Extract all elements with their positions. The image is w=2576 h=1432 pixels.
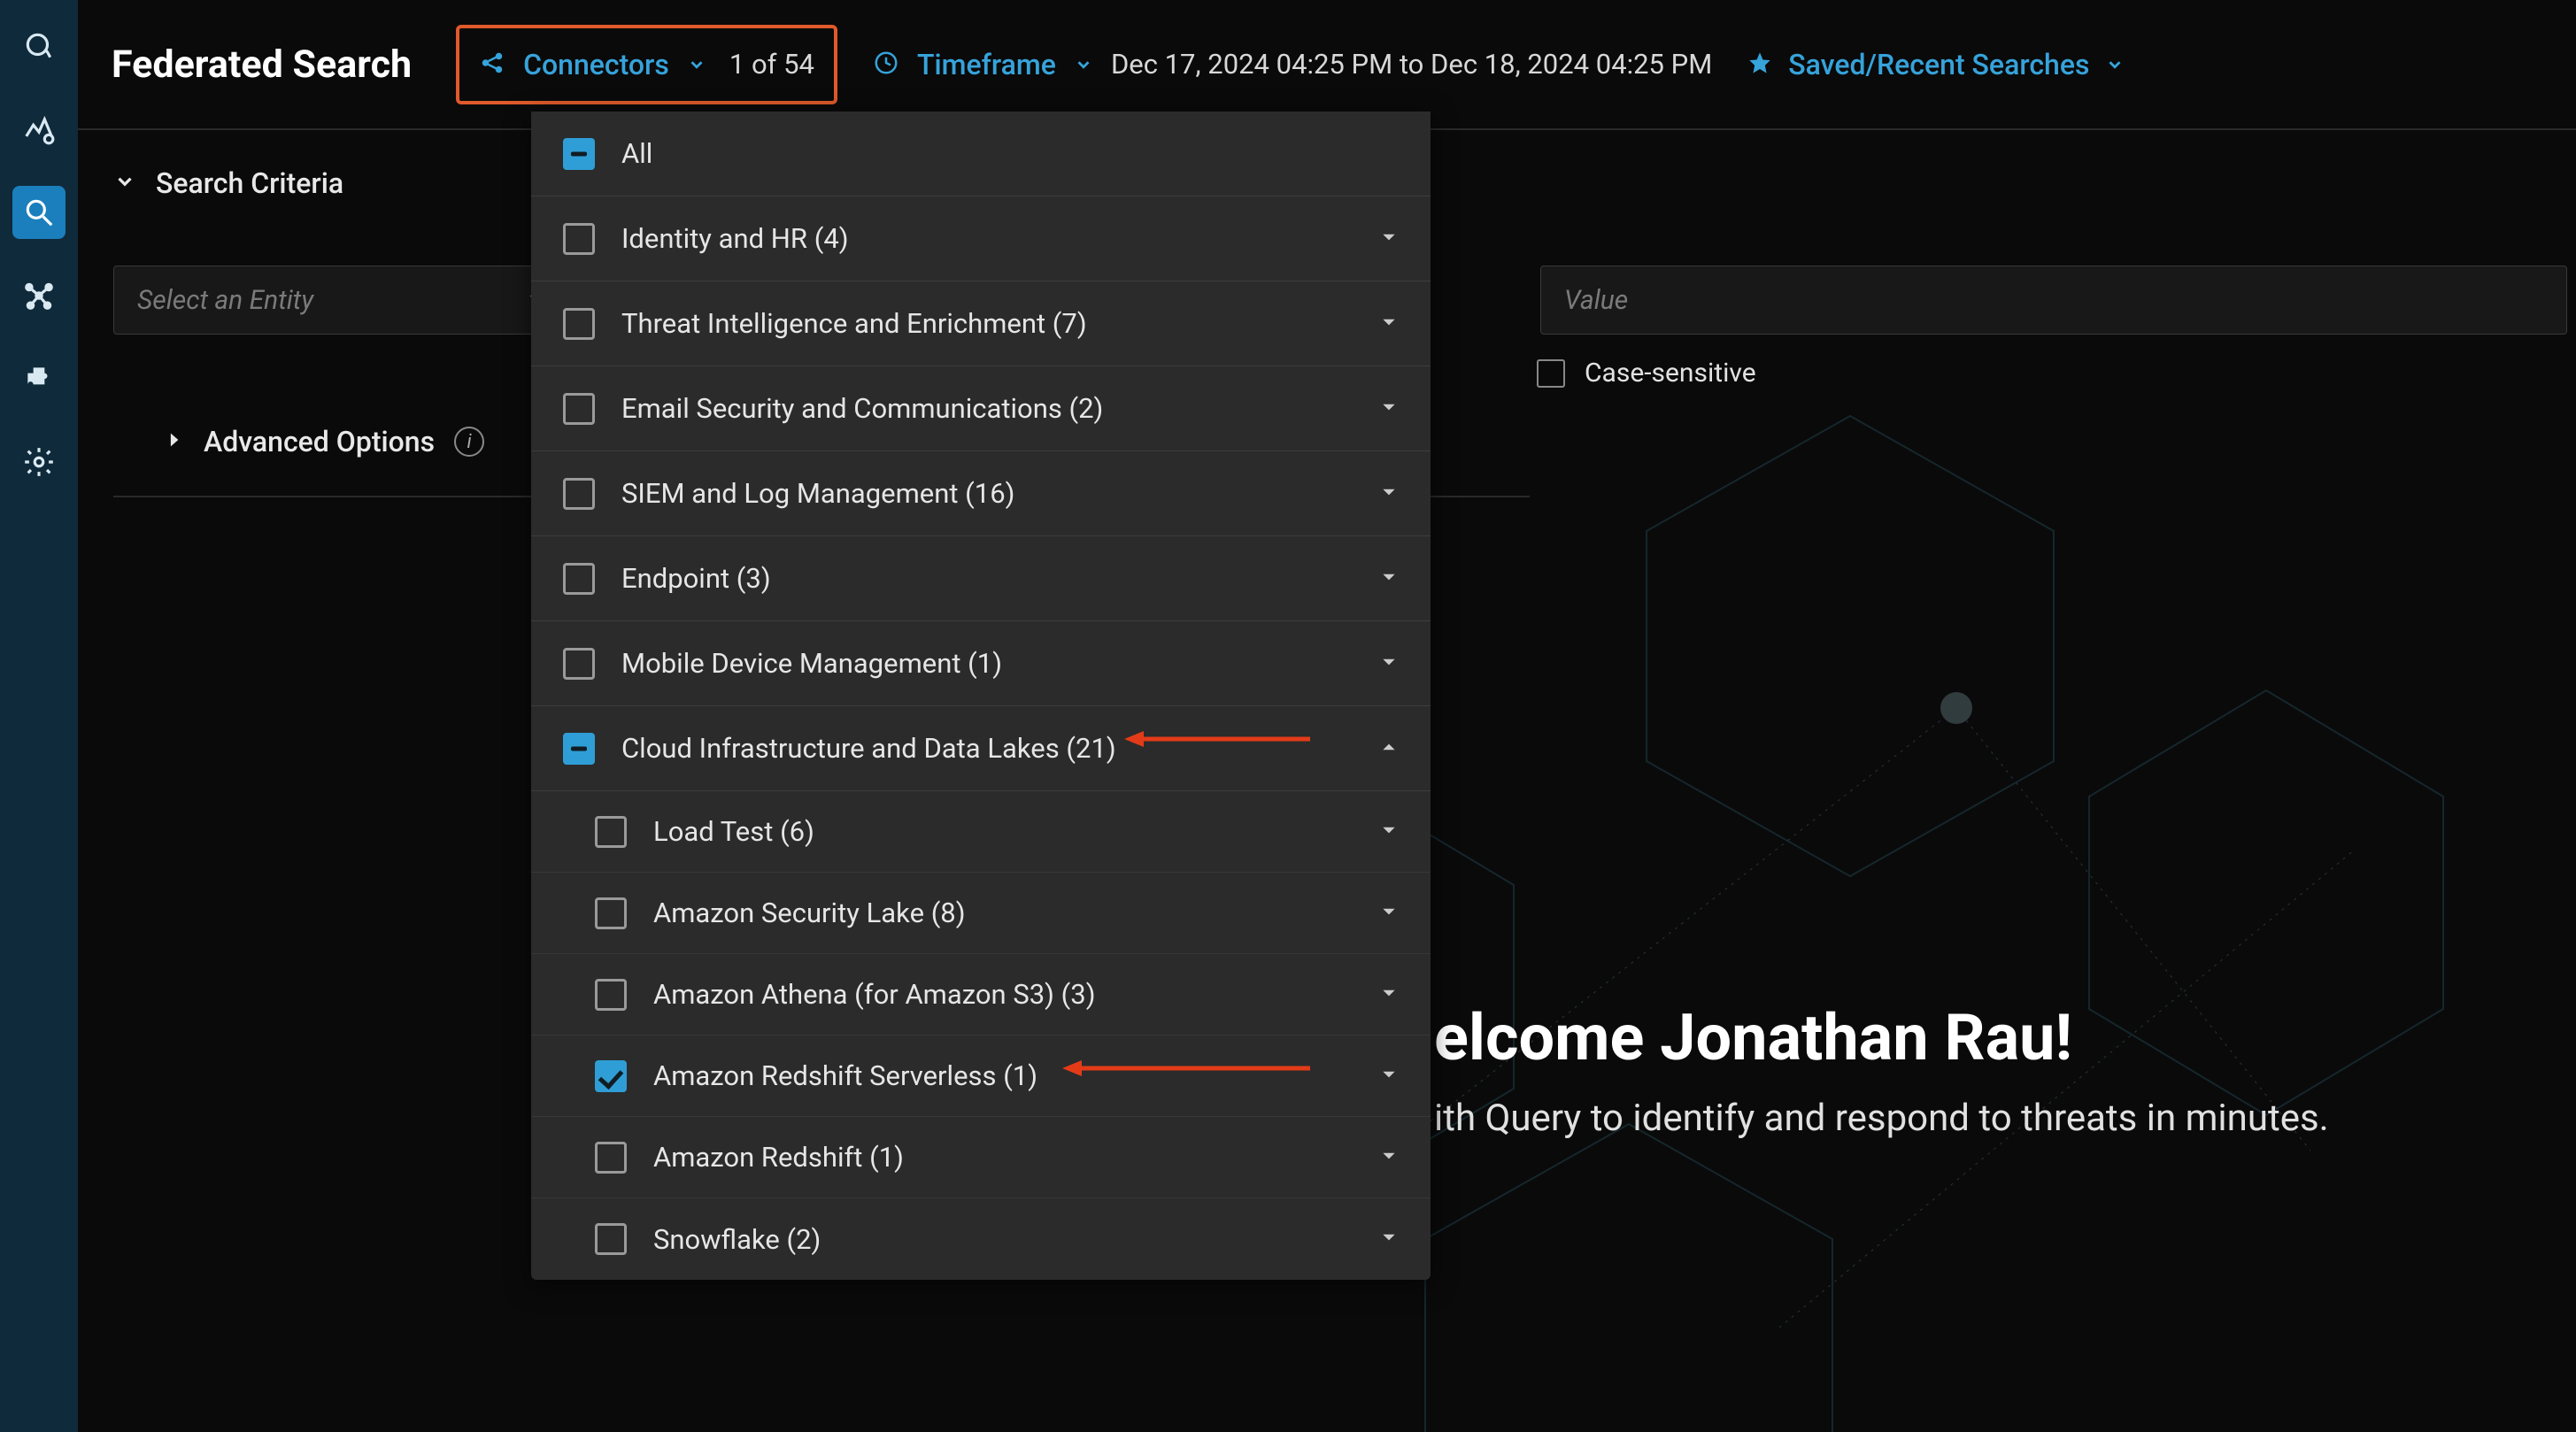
page-title: Federated Search [112, 42, 412, 87]
annotation-arrow-icon [1062, 1055, 1319, 1085]
connector-child-item[interactable]: Amazon Athena (for Amazon S3) (3) [531, 954, 1431, 1036]
checkbox-icon [563, 478, 595, 510]
connectors-dropdown-panel: All Identity and HR (4) Threat Intellige… [531, 112, 1431, 1280]
caret-up-icon [1379, 737, 1399, 760]
connectors-count: 1 of 54 [729, 48, 814, 81]
info-icon: i [454, 427, 484, 457]
connector-child-item[interactable]: Snowflake (2) [531, 1198, 1431, 1280]
share-icon [479, 50, 505, 80]
left-nav-rail [0, 0, 78, 1432]
checkbox-icon [1537, 359, 1565, 388]
nav-analytics-icon[interactable] [12, 103, 66, 156]
connector-item-label: SIEM and Log Management (16) [621, 477, 1379, 510]
connector-item-label: Load Test (6) [653, 815, 1379, 848]
nav-puzzle-icon[interactable] [12, 352, 66, 405]
clock-icon [873, 50, 899, 80]
chevron-down-icon [1074, 55, 1093, 74]
connector-all-item[interactable]: All [531, 112, 1431, 196]
connector-item-label: Endpoint (3) [621, 562, 1379, 595]
caret-right-icon [165, 430, 184, 453]
caret-down-icon [1379, 983, 1399, 1006]
connectors-label: Connectors [523, 48, 669, 81]
nav-search-icon[interactable] [12, 186, 66, 239]
connector-item-label: Amazon Redshift (1) [653, 1141, 1379, 1174]
checkbox-icon [595, 816, 627, 848]
entity-select[interactable]: Select an Entity [113, 266, 574, 335]
checkbox-icon [595, 1223, 627, 1255]
connector-item-label: Amazon Athena (for Amazon S3) (3) [653, 978, 1379, 1011]
timeframe-range: Dec 17, 2024 04:25 PM to Dec 18, 2024 04… [1111, 48, 1712, 81]
connector-item-label: Mobile Device Management (1) [621, 647, 1379, 680]
nav-graph-icon[interactable] [12, 269, 66, 322]
welcome-message: elcome Jonathan Rau! ith Query to identi… [1434, 1000, 2329, 1140]
search-criteria-label: Search Criteria [156, 166, 343, 200]
advanced-options-label: Advanced Options [204, 425, 435, 458]
checkbox-indeterminate-icon [563, 138, 595, 170]
checkbox-icon [563, 393, 595, 425]
checkbox-icon [563, 563, 595, 595]
annotation-arrow-icon [1124, 726, 1319, 756]
saved-searches-trigger[interactable]: Saved/Recent Searches [1747, 48, 2125, 81]
caret-down-icon [1379, 902, 1399, 925]
connector-child-item[interactable]: Load Test (6) [531, 791, 1431, 873]
case-sensitive-checkbox[interactable]: Case-sensitive [1537, 358, 1756, 389]
connector-group-item[interactable]: Identity and HR (4) [531, 196, 1431, 281]
checkbox-icon [595, 1142, 627, 1174]
checkbox-icon [595, 979, 627, 1011]
caret-down-icon [1379, 227, 1399, 250]
value-input[interactable]: Value [1540, 266, 2567, 335]
caret-down-icon [1379, 567, 1399, 590]
chevron-down-icon [2105, 55, 2125, 74]
connectors-dropdown-trigger[interactable]: Connectors 1 of 54 [456, 25, 837, 104]
checkbox-icon [563, 308, 595, 340]
case-sensitive-label: Case-sensitive [1585, 358, 1756, 389]
checkbox-icon [595, 897, 627, 929]
caret-down-icon [1379, 652, 1399, 675]
connector-item-label: Threat Intelligence and Enrichment (7) [621, 307, 1379, 340]
connector-item-label: Amazon Security Lake (8) [653, 897, 1379, 929]
connector-group-item[interactable]: Mobile Device Management (1) [531, 621, 1431, 706]
chevron-down-icon [113, 170, 136, 196]
checkbox-indeterminate-icon [563, 733, 595, 765]
star-icon [1747, 50, 1772, 79]
connector-item-label: Snowflake (2) [653, 1223, 1379, 1256]
welcome-subtitle: ith Query to identify and respond to thr… [1434, 1097, 2329, 1140]
caret-down-icon [1379, 1065, 1399, 1088]
connector-group-item[interactable]: Endpoint (3) [531, 536, 1431, 621]
timeframe-label: Timeframe [917, 48, 1056, 81]
search-criteria-toggle[interactable]: Search Criteria [113, 166, 343, 200]
checkbox-icon [563, 223, 595, 255]
connector-group-item[interactable]: Threat Intelligence and Enrichment (7) [531, 281, 1431, 366]
checkbox-checked-icon [595, 1060, 627, 1092]
checkbox-icon [563, 648, 595, 680]
nav-logo-icon[interactable] [12, 19, 66, 73]
chevron-down-icon [687, 55, 706, 74]
nav-settings-icon[interactable] [12, 435, 66, 489]
timeframe-dropdown-trigger[interactable]: Timeframe Dec 17, 2024 04:25 PM to Dec 1… [873, 48, 1712, 81]
saved-searches-label: Saved/Recent Searches [1788, 48, 2089, 81]
connector-child-item[interactable]: Amazon Redshift (1) [531, 1117, 1431, 1198]
connector-group-item[interactable]: SIEM and Log Management (16) [531, 451, 1431, 536]
connector-item-label: All [621, 137, 1399, 170]
connector-group-item[interactable]: Email Security and Communications (2) [531, 366, 1431, 451]
value-placeholder: Value [1564, 285, 1628, 316]
top-header: Federated Search Connectors 1 of 54 Time… [78, 0, 2576, 128]
connector-item-label: Email Security and Communications (2) [621, 392, 1379, 425]
caret-down-icon [1379, 820, 1399, 843]
advanced-options-toggle[interactable]: Advanced Options i [165, 425, 484, 458]
connector-item-label: Identity and HR (4) [621, 222, 1379, 255]
entity-placeholder: Select an Entity [137, 285, 313, 316]
connector-child-item[interactable]: Amazon Security Lake (8) [531, 873, 1431, 954]
caret-down-icon [1379, 482, 1399, 505]
caret-down-icon [1379, 397, 1399, 420]
caret-down-icon [1379, 1146, 1399, 1169]
caret-down-icon [1379, 1228, 1399, 1251]
caret-down-icon [1379, 312, 1399, 335]
welcome-title: elcome Jonathan Rau! [1434, 1000, 2329, 1075]
